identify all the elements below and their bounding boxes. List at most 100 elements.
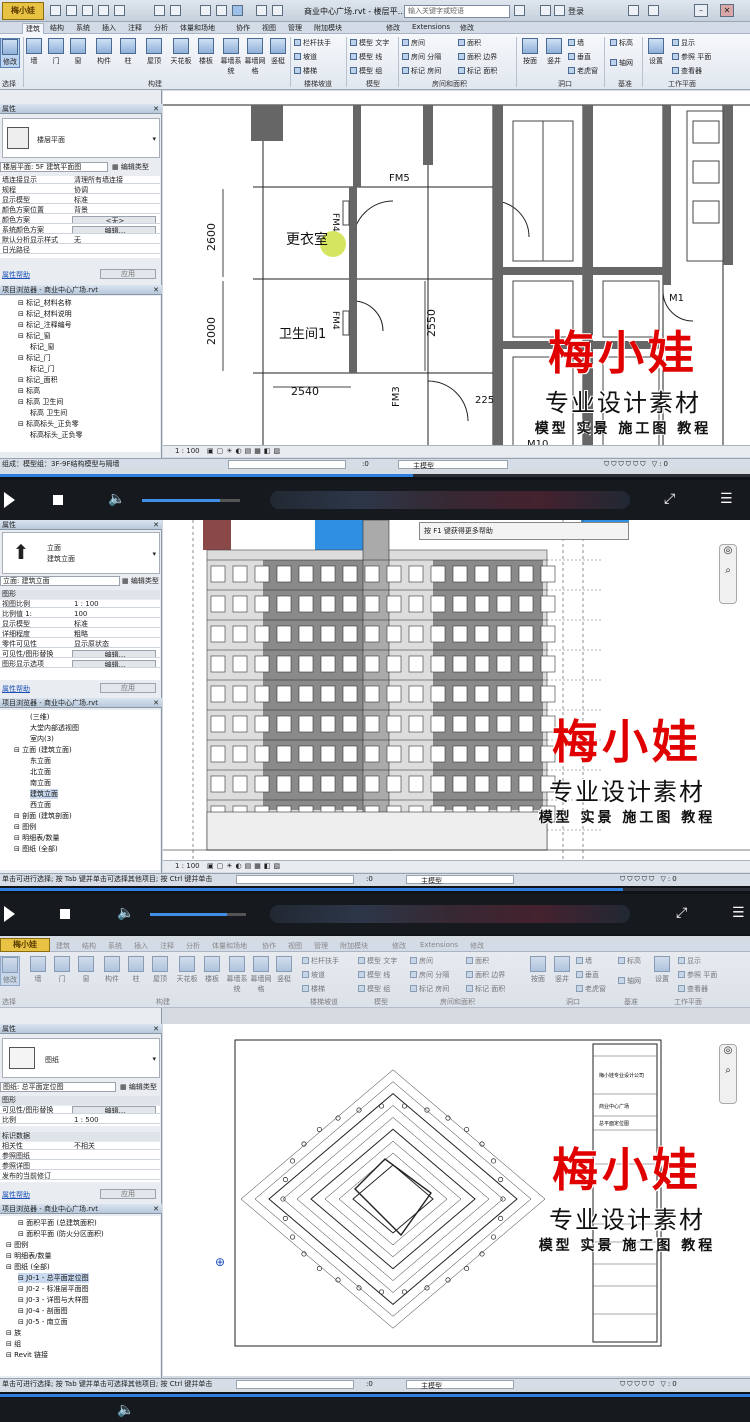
property-value[interactable]: 编辑... xyxy=(72,226,156,233)
apply-button[interactable]: 应用 xyxy=(100,269,156,279)
volume-slider[interactable] xyxy=(142,499,240,502)
tab-addins[interactable]: 附加模块 xyxy=(340,941,368,951)
tab-insert[interactable]: 插入 xyxy=(102,23,116,33)
design-option-field[interactable]: 主模型 xyxy=(406,1380,514,1390)
property-row[interactable]: 视图比例 1 : 100 xyxy=(0,600,160,608)
browser-item[interactable]: ⊟ Revit 链接 xyxy=(6,1350,48,1360)
browser-item[interactable]: ⊟ 面积平面 (总建筑面积) xyxy=(18,1218,97,1228)
property-value[interactable]: 编辑... xyxy=(72,1106,156,1113)
navigation-bar[interactable]: ◎ ⌕ xyxy=(719,544,737,604)
browser-item[interactable]: ⊟ 标高 xyxy=(18,386,40,396)
browser-item[interactable]: 标记_门 xyxy=(30,364,55,374)
volume-slider[interactable] xyxy=(150,913,246,916)
section-identity[interactable]: 标识数据 xyxy=(0,1132,160,1141)
property-row[interactable]: 系统颜色方案 编辑... xyxy=(0,226,160,234)
tab-insert[interactable]: 插入 xyxy=(134,941,148,951)
browser-item[interactable]: ⊟ 族 xyxy=(6,1328,21,1338)
browser-item[interactable]: ⊟ J0-1 - 总平面定位图 xyxy=(18,1273,89,1283)
3d-view-icon[interactable] xyxy=(200,5,211,16)
floor-button[interactable]: 楼板 xyxy=(196,38,216,66)
measure-icon[interactable] xyxy=(154,5,165,16)
property-row[interactable]: 发布的当前修订 xyxy=(0,1172,160,1180)
tab-modify[interactable]: 修改 xyxy=(392,941,406,951)
tab-structure[interactable]: 结构 xyxy=(50,23,64,33)
print-icon[interactable] xyxy=(114,5,125,16)
star-icon[interactable] xyxy=(540,5,551,16)
room-separator-button[interactable]: 房间 分隔 xyxy=(402,52,441,62)
workset-field[interactable] xyxy=(236,1380,354,1389)
property-value[interactable] xyxy=(72,1162,156,1169)
shaft-button[interactable]: 竖井 xyxy=(544,38,564,66)
property-value[interactable] xyxy=(72,1152,156,1159)
room-group-label[interactable]: 房间和面积 xyxy=(432,79,467,89)
zoom-icon[interactable]: ⌕ xyxy=(720,1065,736,1085)
section-graphics[interactable]: 图形 xyxy=(0,590,160,599)
browser-item[interactable]: ⊟ 图例 xyxy=(6,1240,28,1250)
properties-help-link[interactable]: 属性帮助 xyxy=(2,270,30,280)
tab-annotate[interactable]: 注释 xyxy=(128,23,142,33)
property-row[interactable]: 规程 协调 xyxy=(0,186,160,194)
viewer-button[interactable]: 查看器 xyxy=(672,66,702,76)
properties-help-link[interactable]: 属性帮助 xyxy=(2,684,30,694)
close-button[interactable]: ✕ xyxy=(720,4,734,17)
section-graphics[interactable]: 图形 xyxy=(0,1096,160,1105)
browser-item[interactable]: ⊟ 组 xyxy=(6,1339,21,1349)
property-row[interactable]: 显示模型 标准 xyxy=(0,620,160,628)
browser-item[interactable]: ⊟ 标记_门 xyxy=(18,353,51,363)
elevation-view[interactable]: 按 F1 键获得更多帮助 ◎ ⌕ 梅小娃 专业设计素材 模型 实景 施工图 教程 xyxy=(163,520,750,860)
browser-item[interactable]: 北立面 xyxy=(30,767,51,777)
fullscreen-icon[interactable]: ⤢ xyxy=(664,491,675,507)
property-value[interactable]: 标准 xyxy=(72,196,156,203)
instance-selector[interactable]: 图纸: 总平面定位图 xyxy=(0,1082,116,1092)
select-group-label[interactable]: 选择 xyxy=(2,997,16,1007)
close-icon[interactable]: ✕ xyxy=(153,285,159,295)
property-row[interactable]: 可见性/图形替换 编辑... xyxy=(0,650,160,658)
filter-icons[interactable]: ⛉⛉⛉⛉⛉⛉ ▽:0 xyxy=(604,459,670,470)
browser-item[interactable]: 标记_窗 xyxy=(30,342,55,352)
property-value[interactable] xyxy=(72,1172,156,1179)
browser-item[interactable]: ⊟ 立面 (建筑立面) xyxy=(14,745,72,755)
property-value[interactable]: 显示原状态 xyxy=(72,640,156,647)
property-value[interactable]: 清理所有墙连接 xyxy=(72,176,156,183)
browser-item[interactable]: ⊟ 面积平面 (防火分区面积) xyxy=(18,1229,104,1239)
browser-item[interactable]: 室内(3) xyxy=(30,734,54,744)
component-button[interactable]: 构件 xyxy=(92,38,116,66)
railing-button[interactable]: 栏杆扶手 xyxy=(294,38,331,48)
tab-addins[interactable]: 附加模块 xyxy=(314,23,342,33)
fullscreen-icon[interactable]: ⤢ xyxy=(676,905,687,921)
browser-item[interactable]: 标高 卫生间 xyxy=(30,408,67,418)
tab-extensions[interactable]: Extensions xyxy=(412,23,450,31)
tab-view[interactable]: 视图 xyxy=(288,941,302,951)
menu-icon[interactable]: ☰ xyxy=(720,491,733,507)
browser-item[interactable]: ⊟ 标高 卫生间 xyxy=(18,397,63,407)
browser-item[interactable]: ⊟ 标记_注释编号 xyxy=(18,320,72,330)
property-row[interactable]: 比例 1 : 500 xyxy=(0,1116,160,1124)
model-line-button[interactable]: 模型 线 xyxy=(350,52,382,62)
browser-item[interactable]: ⊟ 图纸 (全部) xyxy=(6,1262,50,1272)
app-logo[interactable]: 梅小娃 xyxy=(0,938,50,952)
modify-button[interactable]: 修改 xyxy=(0,38,20,68)
tag-area-button[interactable]: 标记 面积 xyxy=(458,66,497,76)
tab-collaborate[interactable]: 协作 xyxy=(262,941,276,951)
tag-room-button[interactable]: 标记 房间 xyxy=(402,66,441,76)
tab-structure[interactable]: 结构 xyxy=(82,941,96,951)
property-row[interactable]: 显示模型 标准 xyxy=(0,196,160,204)
property-row[interactable]: 墙连接显示 清理所有墙连接 xyxy=(0,176,160,184)
stop-icon[interactable] xyxy=(60,909,70,919)
property-row[interactable]: 相关性 不相关 xyxy=(0,1142,160,1150)
play-icon[interactable] xyxy=(4,492,15,508)
view-scale[interactable]: 1 : 100 xyxy=(175,861,200,872)
browser-item[interactable]: 标高标头_正负零 xyxy=(30,430,83,440)
ref-plane-button[interactable]: 参照 平面 xyxy=(672,52,711,62)
design-option-field[interactable]: 主模型 xyxy=(406,875,514,885)
property-value[interactable]: <无> xyxy=(72,216,156,223)
sheet-view[interactable]: 梅小娃专业设计公司 商业中心广场 总平面定位图 ⊕ ◎ ⌕ 梅小娃 专业设计素材… xyxy=(163,1024,750,1376)
user-icon[interactable] xyxy=(554,5,565,16)
view-control-icons[interactable]: ▣▢☀◐▤▦◧▧ xyxy=(207,861,283,872)
column-button[interactable]: 柱 xyxy=(118,38,138,66)
workset-field[interactable] xyxy=(228,460,346,469)
properties-help-link[interactable]: 属性帮助 xyxy=(2,1190,30,1200)
property-row[interactable]: 比例值 1: 100 xyxy=(0,610,160,618)
tab-systems[interactable]: 系统 xyxy=(76,23,90,33)
binoculars-icon[interactable] xyxy=(514,5,525,16)
